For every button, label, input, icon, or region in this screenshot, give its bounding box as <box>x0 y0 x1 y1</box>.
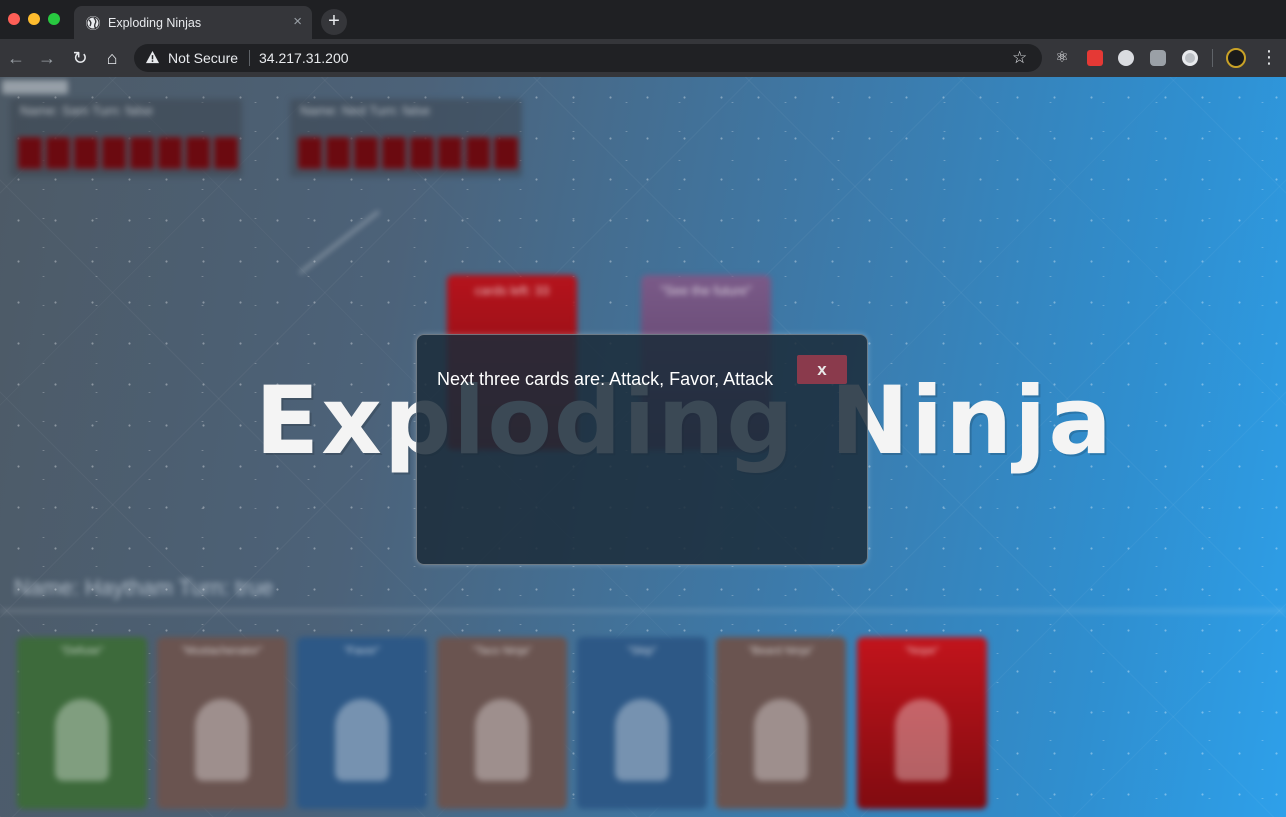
modal-close-button[interactable]: x <box>797 355 847 384</box>
opponent-label: Name: Ned Turn: false <box>300 103 431 118</box>
opponent-card <box>382 137 406 169</box>
discard-pile-label: "See the future" <box>660 283 752 298</box>
hand-divider <box>0 609 1286 613</box>
hand-card[interactable]: "Skip" <box>577 637 707 809</box>
opponent-card <box>494 137 518 169</box>
opponent-cards <box>298 137 518 169</box>
game-viewport: Name: Sam Turn: false Name: Ned Turn: fa… <box>0 77 1286 817</box>
browser-toolbar: ← → ↻ ⌂ Not Secure 34.217.31.200 ☆ ⚛ ⋮ <box>0 39 1286 77</box>
opponent-card <box>466 137 490 169</box>
globe-icon <box>86 16 100 30</box>
opponent-panel: Name: Ned Turn: false <box>290 99 522 177</box>
ninja-figure-icon <box>335 699 389 781</box>
hand-card-label: "Nope" <box>904 645 940 657</box>
opponent-card <box>214 137 238 169</box>
draw-pile-label: cards left: 33 <box>474 283 550 298</box>
corner-tag <box>2 80 68 94</box>
url-text[interactable]: 34.217.31.200 <box>259 50 349 66</box>
address-separator <box>249 50 250 66</box>
opponent-card <box>158 137 182 169</box>
opponent-card <box>186 137 210 169</box>
opponent-card <box>354 137 378 169</box>
hand-card-label: "Mustachenator" <box>181 645 263 657</box>
bookmark-star-icon[interactable]: ☆ <box>1012 48 1027 68</box>
hand-card[interactable]: "Beard Ninja" <box>716 637 846 809</box>
info-modal: Next three cards are: Attack, Favor, Att… <box>416 334 868 565</box>
shooting-star <box>299 210 380 274</box>
extension-separator <box>1212 49 1213 67</box>
hand-card-label: "Skip" <box>627 645 657 657</box>
hand-card[interactable]: "Nope" <box>857 637 987 809</box>
ninja-figure-icon <box>615 699 669 781</box>
warning-icon[interactable] <box>145 50 160 65</box>
back-icon[interactable]: ← <box>6 48 26 68</box>
hand-card[interactable]: "Taco Ninja" <box>437 637 567 809</box>
browser-tab-bar: Exploding Ninjas × + <box>0 0 1286 39</box>
forward-icon[interactable]: → <box>37 48 57 68</box>
s-extension-icon[interactable] <box>1150 50 1166 66</box>
modal-message: Next three cards are: Attack, Favor, Att… <box>437 369 774 389</box>
circle-extension-icon[interactable] <box>1182 50 1198 66</box>
ninja-figure-icon <box>55 699 109 781</box>
home-icon[interactable]: ⌂ <box>102 48 122 68</box>
red-extension-icon[interactable] <box>1087 50 1103 66</box>
ninja-figure-icon <box>195 699 249 781</box>
window-maximize-icon[interactable] <box>48 13 60 25</box>
tab-close-icon[interactable]: × <box>293 14 302 30</box>
hand-card-label: "Beard Ninja" <box>748 645 814 657</box>
react-devtools-icon[interactable]: ⚛ <box>1054 50 1070 66</box>
security-label[interactable]: Not Secure <box>168 50 238 66</box>
opponent-panel: Name: Sam Turn: false <box>10 99 242 177</box>
player-info: Name: Haytham Turn: true <box>14 575 274 600</box>
hand-card[interactable]: "Favor" <box>297 637 427 809</box>
hand-card[interactable]: "Defuse" <box>17 637 147 809</box>
opponent-card <box>18 137 42 169</box>
ninja-figure-icon <box>895 699 949 781</box>
opponent-label: Name: Sam Turn: false <box>20 103 153 118</box>
c-extension-icon[interactable] <box>1118 50 1134 66</box>
browser-menu-icon[interactable]: ⋮ <box>1260 47 1278 67</box>
hand-card-label: "Taco Ninja" <box>472 645 532 657</box>
opponent-card <box>130 137 154 169</box>
reload-icon[interactable]: ↻ <box>70 48 90 68</box>
hand-card-label: "Favor" <box>344 645 380 657</box>
address-bar[interactable]: Not Secure 34.217.31.200 ☆ <box>134 44 1042 72</box>
window-minimize-icon[interactable] <box>28 13 40 25</box>
opponent-card <box>46 137 70 169</box>
opponent-card <box>298 137 322 169</box>
ninja-figure-icon <box>754 699 808 781</box>
opponent-cards <box>18 137 238 169</box>
window-close-icon[interactable] <box>8 13 20 25</box>
opponent-card <box>410 137 434 169</box>
opponent-card <box>326 137 350 169</box>
opponent-card <box>74 137 98 169</box>
opponent-card <box>438 137 462 169</box>
profile-avatar-icon[interactable] <box>1226 48 1246 68</box>
hand-card[interactable]: "Mustachenator" <box>157 637 287 809</box>
hand-card-label: "Defuse" <box>60 645 104 657</box>
tab-title: Exploding Ninjas <box>108 16 202 30</box>
opponent-card <box>102 137 126 169</box>
ninja-figure-icon <box>475 699 529 781</box>
browser-tab[interactable]: Exploding Ninjas × <box>74 6 312 39</box>
new-tab-button[interactable]: + <box>321 9 347 35</box>
